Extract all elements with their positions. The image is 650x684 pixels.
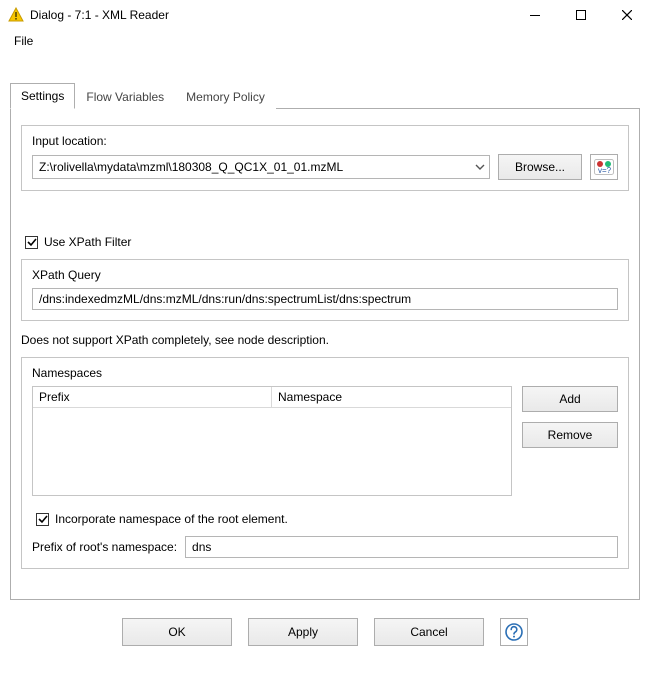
tab-memory-policy[interactable]: Memory Policy xyxy=(175,84,276,109)
col-prefix[interactable]: Prefix xyxy=(33,387,272,408)
xpath-hint: Does not support XPath completely, see n… xyxy=(21,333,629,347)
titlebar: Dialog - 7:1 - XML Reader xyxy=(0,0,650,30)
tab-settings[interactable]: Settings xyxy=(10,83,75,109)
minimize-button[interactable] xyxy=(512,0,558,30)
input-location-combo[interactable] xyxy=(32,155,490,179)
flow-variable-icon: v=? xyxy=(594,159,614,175)
chevron-down-icon[interactable] xyxy=(471,156,489,178)
incorporate-namespace-label: Incorporate namespace of the root elemen… xyxy=(55,512,288,526)
namespaces-label: Namespaces xyxy=(28,366,106,380)
menubar: File xyxy=(0,30,650,56)
remove-button[interactable]: Remove xyxy=(522,422,618,448)
menu-file[interactable]: File xyxy=(10,32,37,50)
flow-variable-button[interactable]: v=? xyxy=(590,154,618,180)
col-namespace[interactable]: Namespace xyxy=(272,387,511,408)
maximize-icon xyxy=(576,10,586,20)
tab-strip: Settings Flow Variables Memory Policy xyxy=(10,82,640,108)
window-title: Dialog - 7:1 - XML Reader xyxy=(30,8,169,22)
add-button[interactable]: Add xyxy=(522,386,618,412)
root-prefix-label: Prefix of root's namespace: xyxy=(32,540,177,554)
close-icon xyxy=(622,10,632,20)
checkbox-checked-icon xyxy=(25,236,38,249)
input-location-field[interactable] xyxy=(33,156,471,178)
help-button[interactable] xyxy=(500,618,528,646)
section-input-location: Input location: Browse... v=? xyxy=(21,125,629,191)
namespaces-table[interactable]: Prefix Namespace xyxy=(32,386,512,496)
minimize-icon xyxy=(530,10,540,20)
xpath-query-input[interactable] xyxy=(32,288,618,310)
dialog-button-bar: OK Apply Cancel xyxy=(10,600,640,660)
maximize-button[interactable] xyxy=(558,0,604,30)
checkbox-checked-icon xyxy=(36,513,49,526)
browse-button[interactable]: Browse... xyxy=(498,154,582,180)
root-prefix-input[interactable] xyxy=(185,536,618,558)
cancel-button[interactable]: Cancel xyxy=(374,618,484,646)
help-icon xyxy=(505,623,523,641)
apply-button[interactable]: Apply xyxy=(248,618,358,646)
input-location-label: Input location: xyxy=(28,134,111,148)
use-xpath-filter-checkbox[interactable]: Use XPath Filter xyxy=(25,235,629,249)
tab-panel-settings: Input location: Browse... v=? xyxy=(10,108,640,600)
svg-text:v=?: v=? xyxy=(598,166,612,175)
incorporate-namespace-checkbox[interactable]: Incorporate namespace of the root elemen… xyxy=(36,512,618,526)
tab-flow-variables[interactable]: Flow Variables xyxy=(75,84,175,109)
xpath-query-label: XPath Query xyxy=(28,268,105,282)
app-warning-icon xyxy=(8,7,24,23)
close-button[interactable] xyxy=(604,0,650,30)
ok-button[interactable]: OK xyxy=(122,618,232,646)
section-namespaces: Namespaces Prefix Namespace Add Remove xyxy=(21,357,629,569)
use-xpath-filter-label: Use XPath Filter xyxy=(44,235,131,249)
section-xpath-query: XPath Query xyxy=(21,259,629,321)
table-header: Prefix Namespace xyxy=(33,387,511,408)
